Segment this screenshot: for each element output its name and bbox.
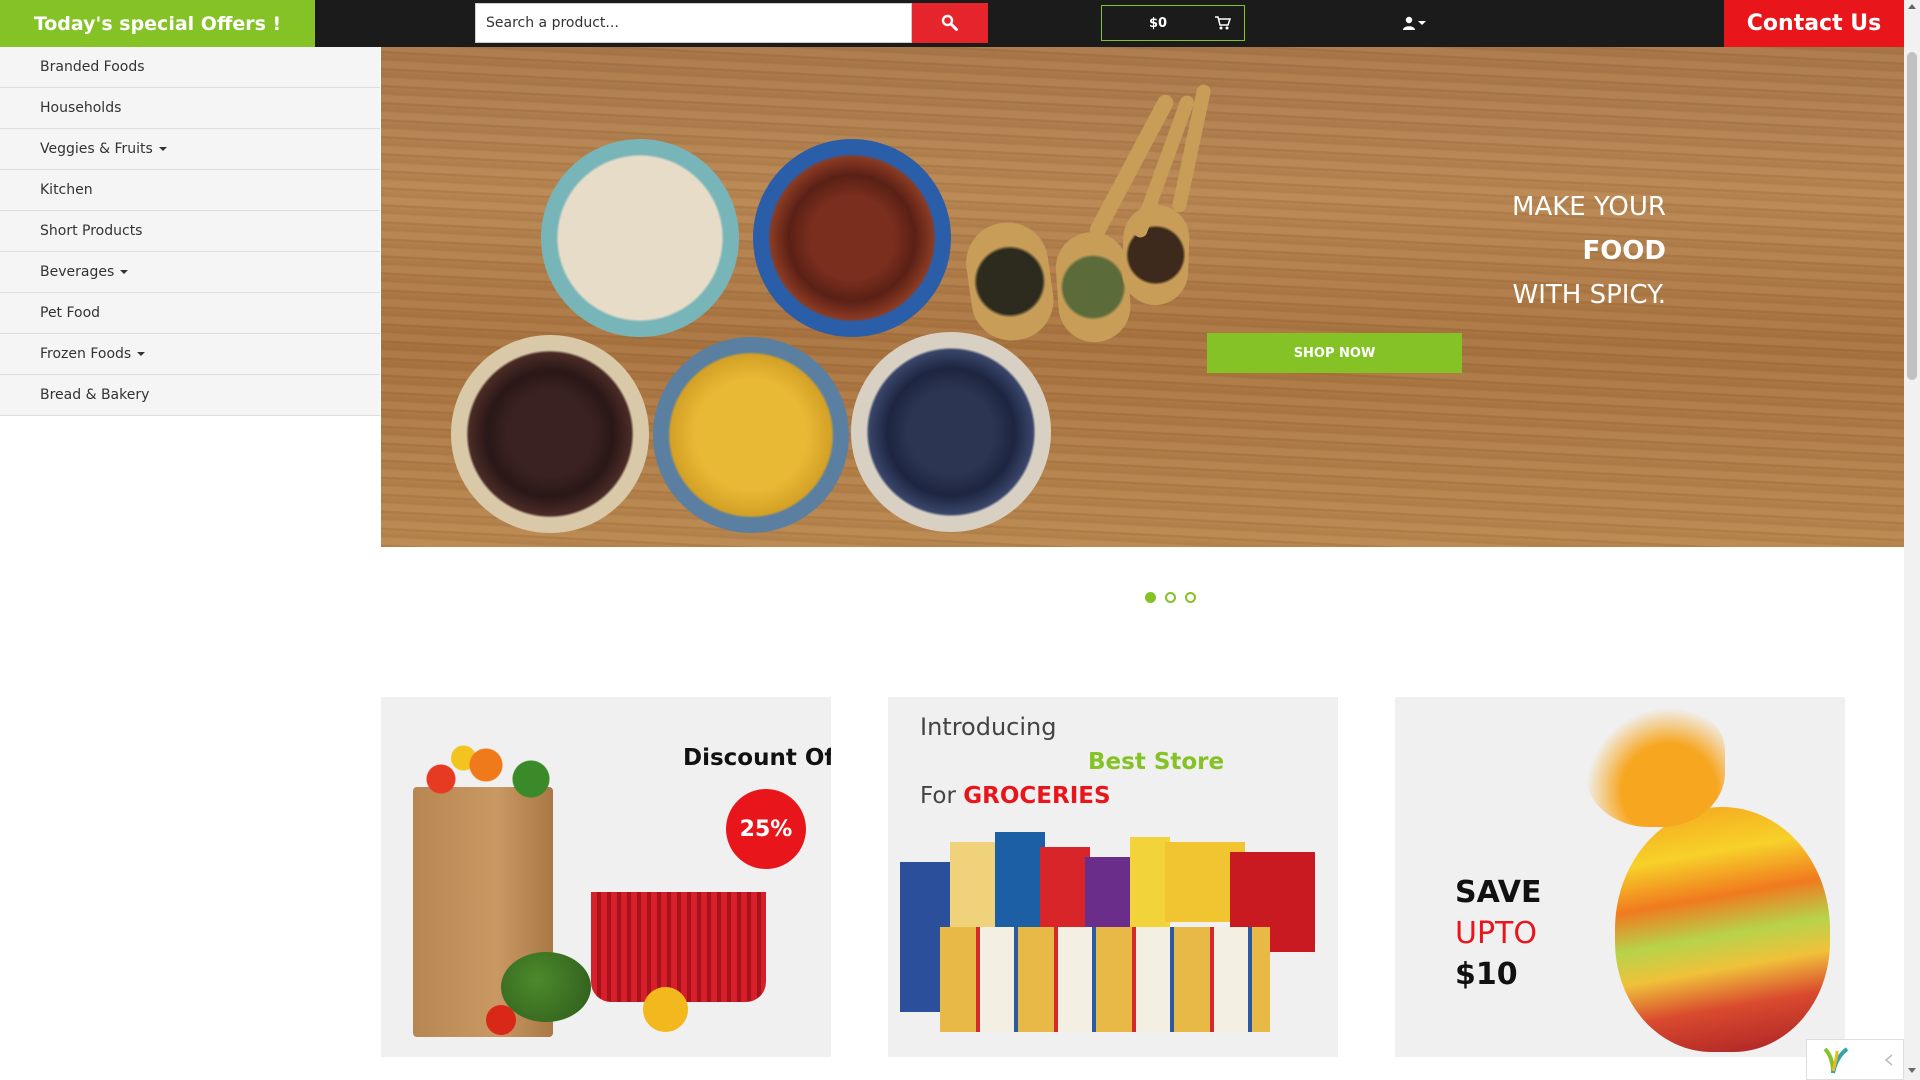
sidebar-item-beverages[interactable]: Beverages [0,252,380,293]
slider-dot[interactable] [1185,592,1196,603]
best-store-card[interactable]: Introducing Best Store For GROCERIES [888,697,1338,1057]
sidebar-item-veggies-fruits[interactable]: Veggies & Fruits [0,129,380,170]
fruit-splash-image [1615,807,1830,1052]
chat-widget[interactable] [1806,1039,1904,1080]
sidebar-item-label: Beverages [40,264,115,280]
sidebar-item-branded-foods[interactable]: Branded Foods [0,47,380,88]
wooden-spoon-image [1121,203,1191,307]
wooden-spoon-image [1053,229,1133,345]
save-amount: $10 [1455,957,1518,992]
sidebar-item-label: Veggies & Fruits [40,141,153,157]
sidebar-item-label: Bread & Bakery [40,387,150,403]
hero-line-3: WITH SPICY. [1512,280,1667,310]
sidebar-item-label: Pet Food [40,305,101,321]
sidebar-item-label: Households [40,100,122,116]
spice-bowl-image [541,139,739,337]
sidebar-item-label: Branded Foods [40,59,145,75]
bell-pepper-image [643,987,688,1032]
caret-down-icon [158,147,167,151]
search-button[interactable] [912,3,988,43]
search-icon [941,14,958,31]
upto-text: UPTO [1455,916,1537,951]
cart-button[interactable]: $0 [1101,5,1245,41]
hero-line-2: FOOD [1582,236,1666,266]
search-input[interactable] [475,3,912,43]
discount-offer-card[interactable]: Discount Offer 25% [381,697,831,1057]
sidebar-item-bread-bakery[interactable]: Bread & Bakery [0,375,380,416]
slider-dot[interactable] [1145,592,1156,603]
scroll-down-arrow-icon[interactable] [1908,1068,1916,1073]
user-menu-button[interactable] [1402,12,1432,34]
sidebar-item-frozen-foods[interactable]: Frozen Foods [0,334,380,375]
sidebar-item-short-products[interactable]: Short Products [0,211,380,252]
save-upto-card[interactable]: SAVE UPTO $10 [1395,697,1845,1057]
sidebar-item-households[interactable]: Households [0,88,380,129]
chat-logo-icon [1823,1046,1849,1073]
category-sidebar: Branded Foods Households Veggies & Fruit… [0,47,380,416]
contact-us-button[interactable]: Contact Us [1724,0,1904,47]
groceries-text: For GROCERIES [920,783,1111,809]
discount-offer-title: Discount Offer [683,745,831,771]
hero-slider: MAKE YOUR FOOD WITH SPICY. SHOP NOW [381,47,1904,547]
tomato-image [486,1005,516,1035]
spice-bowl-image [851,332,1051,532]
basket-image [591,892,766,1002]
cart-total: $0 [1148,15,1168,31]
page-scrollbar[interactable] [1904,0,1920,1080]
spice-bowl-image [653,337,849,533]
sidebar-item-pet-food[interactable]: Pet Food [0,293,380,334]
hero-headline: MAKE YOUR FOOD WITH SPICY. [1512,185,1666,317]
caret-down-icon [1418,21,1426,25]
sidebar-item-label: Frozen Foods [40,346,132,362]
sidebar-item-label: Short Products [40,223,143,239]
special-offers-banner[interactable]: Today's special Offers ! [0,0,315,47]
best-store-text: Best Store [1088,749,1225,775]
caret-down-icon [120,270,129,274]
scroll-up-arrow-icon[interactable] [1908,4,1916,9]
cart-icon [1215,16,1232,30]
chevron-left-icon[interactable] [1883,1053,1895,1067]
caret-down-icon [137,352,146,356]
slider-pagination [1145,592,1196,603]
introducing-text: Introducing [920,713,1057,741]
user-icon [1403,16,1415,30]
shop-now-button[interactable]: SHOP NOW [1207,333,1462,373]
groceries-highlight: GROCERIES [963,783,1111,809]
save-text: SAVE [1455,875,1542,910]
sidebar-item-kitchen[interactable]: Kitchen [0,170,380,211]
scrollbar-thumb[interactable] [1907,52,1917,380]
vegetables-image [411,737,561,807]
juice-splash-image [1585,707,1725,827]
broccoli-image [501,952,591,1022]
spice-bowl-image [451,335,649,533]
slider-dot[interactable] [1165,592,1176,603]
for-prefix: For [920,783,956,809]
grocery-products-image [900,832,1325,1037]
hero-line-1: MAKE YOUR [1512,192,1666,222]
sidebar-item-label: Kitchen [40,182,93,198]
spice-bowl-image [753,139,951,337]
discount-badge: 25% [726,789,806,869]
top-navbar: Today's special Offers ! $0 Contact Us [0,0,1920,47]
